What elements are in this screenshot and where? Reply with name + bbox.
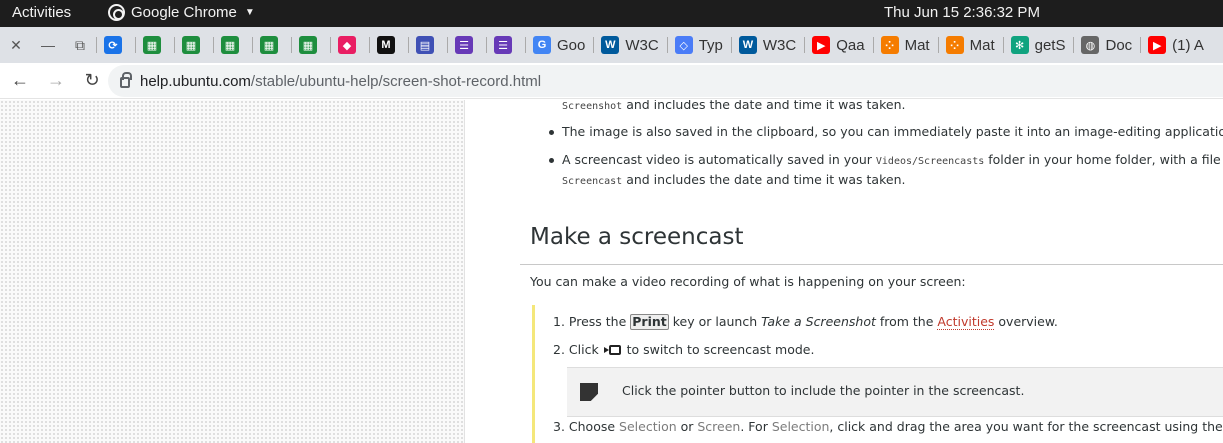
browser-tab[interactable]: W W3C [730, 27, 804, 63]
gnome-top-bar: Activities Google Chrome ▼ Thu Jun 15 2:… [0, 0, 1223, 27]
reload-button[interactable]: ↻ [76, 65, 108, 97]
browser-tab[interactable]: ☰ [447, 27, 486, 63]
note-box: Click the pointer button to include the … [567, 367, 1223, 417]
divider [520, 264, 1223, 265]
caret-down-icon: ▼ [244, 7, 255, 18]
screencast-mode-icon [603, 345, 621, 355]
browser-tab[interactable]: ▶ (1) A [1140, 27, 1212, 63]
openai-icon: ✻ [1010, 36, 1029, 54]
dots-icon: ⁘ [945, 36, 964, 54]
step-3: 3. Choose Selection or Screen. For Selec… [553, 419, 1223, 434]
browser-tab[interactable]: ◍ Doc [1073, 27, 1140, 63]
tab-label: Typ [698, 36, 723, 54]
tab-label: Doc [1105, 36, 1133, 54]
diamond-icon: ◇ [674, 36, 693, 54]
browser-tab[interactable]: ▦ [252, 27, 291, 63]
browser-tab[interactable]: ▶ Qaa [804, 27, 872, 63]
activities-link[interactable]: Activities [937, 314, 995, 330]
chrome-icon [108, 4, 125, 21]
tab-label: Qaa [836, 36, 865, 54]
tab-label: Mat [969, 36, 995, 54]
bullet2: The image is also saved in the clipboard… [562, 124, 1223, 139]
step-1: 1. Press the Print key or launch Take a … [553, 314, 1058, 330]
step-2: 2. Click to switch to screencast mode. [553, 342, 815, 357]
tab-label: (1) A [1172, 36, 1204, 54]
bullet-dot [549, 158, 554, 163]
back-button[interactable]: ← [4, 65, 36, 97]
bullet-dot [549, 130, 554, 135]
close-window-icon[interactable]: ✕ [0, 27, 32, 63]
browser-tab[interactable]: ▦ [174, 27, 213, 63]
browser-tab[interactable]: ▦ [291, 27, 330, 63]
browser-tab[interactable]: ◇ Typ [666, 27, 731, 63]
tab-label: W3C [762, 36, 797, 54]
browser-tab[interactable]: ⁘ Mat [872, 27, 938, 63]
browser-tab[interactable]: ▦ [213, 27, 252, 63]
navigation-bar: ← → ↻ help.ubuntu.com/stable/ubuntu-help… [0, 63, 1223, 99]
forms-icon: ☰ [494, 36, 512, 54]
address-bar[interactable]: help.ubuntu.com/stable/ubuntu-help/scree… [108, 65, 1223, 97]
sheets-icon: ▦ [182, 36, 200, 54]
tab-label: Goo [557, 36, 586, 54]
app-menu[interactable]: Google Chrome ▼ [108, 4, 255, 21]
bullet1-tail: Screenshot and includes the date and tim… [562, 100, 906, 112]
tab-strip: ✕ — ⧉ ⟳ ▦ ▦ ▦ ▦ ▦ ◆ M ▤ ☰ ☰ G Goo W W3C ◇ Typ W W3C ▶ Qaa ⁘ Ma… [0, 27, 1223, 63]
cube-icon: ◆ [338, 36, 356, 54]
globe-icon: ◍ [1081, 36, 1100, 54]
browser-tab[interactable]: ☰ [486, 27, 525, 63]
dashboard-icon: ▤ [416, 36, 434, 54]
page-side-background [0, 100, 465, 443]
w3-icon: W [738, 36, 757, 54]
url-path: /stable/ubuntu-help/screen-shot-record.h… [250, 72, 542, 90]
sheets-icon: ▦ [260, 36, 278, 54]
bullet3-tail: Screencast and includes the date and tim… [562, 172, 906, 187]
print-key: Print [630, 314, 669, 330]
m-icon: M [377, 36, 395, 54]
w3-icon: W [601, 36, 620, 54]
lock-icon[interactable] [120, 72, 132, 88]
note-icon [580, 383, 598, 401]
app-name: Google Chrome [131, 4, 237, 21]
intro-text: You can make a video recording of what i… [530, 274, 966, 289]
note-text: Click the pointer button to include the … [622, 383, 1025, 398]
browser-tab[interactable]: G Goo [525, 27, 593, 63]
section-heading: Make a screencast [530, 224, 744, 250]
tab-label: W3C [625, 36, 659, 54]
steps-list: 1. Press the Print key or launch Take a … [532, 305, 1223, 443]
restore-window-icon[interactable]: ⧉ [64, 27, 96, 63]
youtube-icon: ▶ [812, 36, 831, 54]
youtube-icon: ▶ [1148, 36, 1167, 54]
browser-tab[interactable]: ◆ [330, 27, 369, 63]
sync-icon: ⟳ [104, 36, 122, 54]
minimize-window-icon[interactable]: — [32, 27, 64, 63]
url-host: help.ubuntu.com [140, 72, 251, 90]
browser-tab[interactable]: W W3C [593, 27, 666, 63]
clock[interactable]: Thu Jun 15 2:36:32 PM [884, 4, 1040, 21]
sheets-icon: ▦ [299, 36, 317, 54]
browser-tab[interactable]: M [369, 27, 408, 63]
page-content: Screenshot and includes the date and tim… [466, 100, 1223, 443]
activities-button[interactable]: Activities [12, 4, 71, 21]
tab-label: getS [1034, 36, 1066, 54]
browser-tab[interactable]: ▦ [135, 27, 174, 63]
translate-icon: G [533, 36, 551, 54]
sheets-icon: ▦ [221, 36, 239, 54]
forms-icon: ☰ [455, 36, 473, 54]
browser-tab[interactable]: ⟳ [96, 27, 135, 63]
dots-icon: ⁘ [880, 36, 899, 54]
browser-tab[interactable]: ⁘ Mat [937, 27, 1003, 63]
browser-tab[interactable]: ▤ [408, 27, 447, 63]
tab-label: Mat [904, 36, 930, 54]
sheets-icon: ▦ [143, 36, 161, 54]
forward-button[interactable]: → [40, 65, 72, 97]
browser-tab[interactable]: ✻ getS [1002, 27, 1074, 63]
bullet3: A screencast video is automatically save… [562, 152, 1223, 167]
